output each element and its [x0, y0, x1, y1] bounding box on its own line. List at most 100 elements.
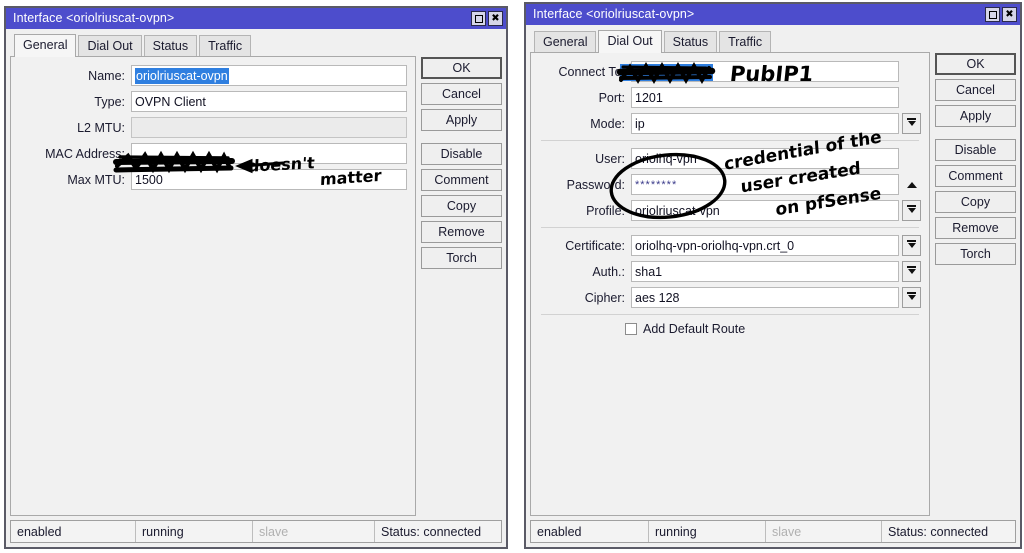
field-value: oriolriuscat-vpn: [635, 203, 720, 218]
add-default-route-label: Add Default Route: [643, 322, 746, 336]
field-row: Max MTU: 1500: [19, 169, 407, 190]
field-input-mode[interactable]: ip: [631, 113, 899, 134]
chevron-down-glyph: [907, 118, 916, 126]
disable-button[interactable]: Disable: [421, 143, 502, 165]
torch-button[interactable]: Torch: [935, 243, 1016, 265]
field-row: Port: 1201: [539, 87, 921, 108]
titlebar-right: Interface <oriolriuscat-ovpn> ✖: [526, 4, 1020, 25]
field-label: MAC Address:: [45, 146, 125, 161]
field-row: Mode: ip: [539, 113, 921, 134]
section-divider: [541, 227, 919, 228]
window-title-left: Interface <oriolriuscat-ovpn>: [13, 11, 175, 25]
field-input-certificate[interactable]: oriolhq-vpn-oriolhq-vpn.crt_0: [631, 235, 899, 256]
field-input-profile[interactable]: oriolriuscat-vpn: [631, 200, 899, 221]
field-label: Connect To:: [558, 64, 625, 79]
field-input-auth[interactable]: sha1: [631, 261, 899, 282]
field-input-cipher[interactable]: aes 128: [631, 287, 899, 308]
field-row: L2 MTU:: [19, 117, 407, 138]
field-row: Certificate: oriolhq-vpn-oriolhq-vpn.crt_…: [539, 235, 921, 256]
field-value: ip: [635, 116, 645, 131]
field-input-type[interactable]: OVPN Client: [131, 91, 407, 112]
field-input-name[interactable]: oriolriuscat-ovpn: [131, 65, 407, 86]
tab-general[interactable]: General: [534, 31, 597, 52]
dropdown-arrow-icon[interactable]: [902, 261, 921, 282]
close-icon[interactable]: ✖: [488, 11, 503, 26]
status-cell-2: running: [136, 521, 253, 542]
form-column-left: General Dial Out Status Traffic Name: oriolri…: [10, 33, 416, 516]
disable-button[interactable]: Disable: [935, 139, 1016, 161]
dropdown-arrow-icon[interactable]: [902, 235, 921, 256]
field-label: Port:: [598, 90, 625, 105]
add-default-route-row[interactable]: Add Default Route: [539, 322, 921, 336]
field-row: Password: ********: [539, 174, 921, 195]
field-input-mac-address[interactable]: [131, 143, 407, 164]
torch-button[interactable]: Torch: [421, 247, 502, 269]
field-row: MAC Address:: [19, 143, 407, 164]
field-value: OVPN Client: [135, 94, 206, 109]
field-label: Mode:: [590, 116, 625, 131]
field-input-max-mtu[interactable]: 1500: [131, 169, 407, 190]
dropdown-arrow-icon[interactable]: [902, 200, 921, 221]
show-password-arrow-icon[interactable]: [902, 174, 921, 195]
status-cell-1: enabled: [531, 521, 649, 542]
section-divider: [541, 140, 919, 141]
tab-status[interactable]: Status: [663, 31, 718, 52]
field-input-l2-mtu: [131, 117, 407, 138]
status-cell-3: slave: [253, 521, 375, 542]
status-cell-4: Status: connected: [381, 524, 482, 539]
tab-dial-out[interactable]: Dial Out: [78, 35, 142, 56]
maximize-icon[interactable]: [985, 7, 1000, 22]
remove-button[interactable]: Remove: [421, 221, 502, 243]
field-label: Name:: [88, 68, 125, 83]
field-value: sha1: [635, 264, 663, 279]
ok-button[interactable]: OK: [421, 57, 502, 79]
tab-general[interactable]: General: [14, 34, 77, 57]
remove-button[interactable]: Remove: [935, 217, 1016, 239]
tab-dial-out[interactable]: Dial Out: [598, 30, 662, 53]
field-input-password[interactable]: ********: [631, 174, 899, 195]
apply-button[interactable]: Apply: [421, 109, 502, 131]
close-icon[interactable]: ✖: [1002, 7, 1017, 22]
triangle-up-glyph: [906, 181, 917, 188]
field-row: User: oriolhq-vpn: [539, 148, 921, 169]
button-column-left: OK Cancel Apply Disable Comment Copy Remove Tor…: [416, 33, 502, 516]
field-value: oriolhq-vpn-oriolhq-vpn.crt_0: [635, 238, 795, 253]
chevron-down-glyph: [907, 266, 916, 274]
maximize-icon[interactable]: [471, 11, 486, 26]
tab-traffic[interactable]: Traffic: [719, 31, 772, 52]
copy-button[interactable]: Copy: [935, 191, 1016, 213]
field-input-connect-to[interactable]: [631, 61, 899, 82]
dropdown-arrow-icon[interactable]: [902, 287, 921, 308]
field-value: oriolhq-vpn: [635, 151, 697, 166]
comment-button[interactable]: Comment: [935, 165, 1016, 187]
cancel-button[interactable]: Cancel: [935, 79, 1016, 101]
comment-button[interactable]: Comment: [421, 169, 502, 191]
status-cell-1: enabled: [11, 521, 136, 542]
dropdown-arrow-icon[interactable]: [902, 113, 921, 134]
maximize-square-glyph: [474, 14, 483, 23]
field-label: User:: [595, 151, 625, 166]
tab-status[interactable]: Status: [143, 35, 198, 56]
button-column-right: OK Cancel Apply Disable Comment Copy Remove Tor…: [930, 29, 1016, 516]
tab-traffic[interactable]: Traffic: [199, 35, 252, 56]
field-label: Type:: [94, 94, 125, 109]
field-input-user[interactable]: oriolhq-vpn: [631, 148, 899, 169]
field-value: oriolriuscat-ovpn: [135, 67, 229, 84]
window-title-right: Interface <oriolriuscat-ovpn>: [533, 7, 695, 21]
copy-button[interactable]: Copy: [421, 195, 502, 217]
status-cell-4: Status: connected: [888, 524, 989, 539]
chevron-down-glyph: [907, 205, 916, 213]
interface-window-right: Interface <oriolriuscat-ovpn> ✖ General Dia…: [524, 2, 1022, 549]
window-body-left: General Dial Out Status Traffic Name: oriolri…: [6, 29, 506, 516]
apply-button[interactable]: Apply: [935, 105, 1016, 127]
form-panel-left: Name: oriolriuscat-ovpn Type: OVPN Client L2…: [10, 56, 416, 516]
field-value: ********: [635, 178, 678, 191]
add-default-route-checkbox[interactable]: [625, 323, 637, 335]
field-label: Cipher:: [584, 290, 625, 305]
field-input-port[interactable]: 1201: [631, 87, 899, 108]
ok-button[interactable]: OK: [935, 53, 1016, 75]
chevron-down-glyph: [907, 292, 916, 300]
cancel-button[interactable]: Cancel: [421, 83, 502, 105]
